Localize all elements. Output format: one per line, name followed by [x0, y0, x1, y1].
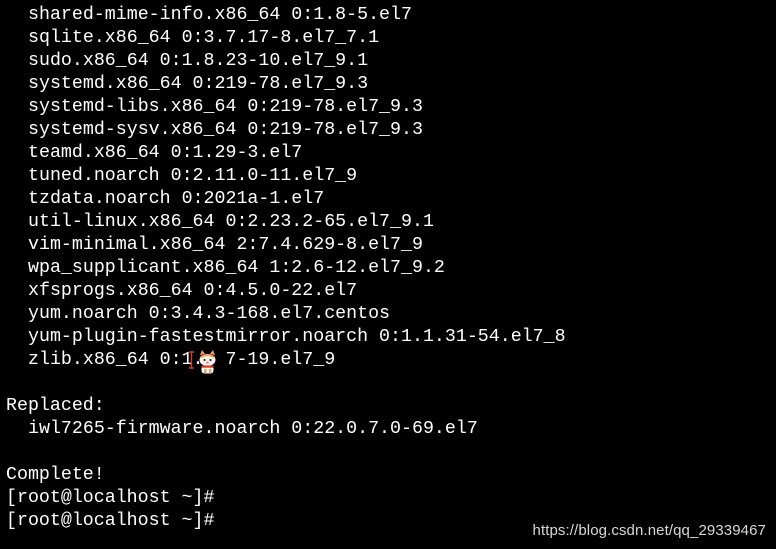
package-line: vim-minimal.x86_64 2:7.4.629-8.el7_9 — [28, 235, 423, 255]
package-line: systemd.x86_64 0:219-78.el7_9.3 — [28, 74, 369, 94]
text-cursor-icon — [189, 351, 194, 369]
package-line: sqlite.x86_64 0:3.7.17-8.el7_7.1 — [28, 28, 380, 48]
package-line: util-linux.x86_64 0:2.23.2-65.el7_9.1 — [28, 212, 434, 232]
package-line: teamd.x86_64 0:1.29-3.el7 — [28, 143, 303, 163]
shell-prompt: [root@localhost ~]# — [6, 488, 215, 508]
package-line: xfsprogs.x86_64 0:4.5.0-22.el7 — [28, 281, 358, 301]
replaced-package-line: iwl7265-firmware.noarch 0:22.0.7.0-69.el… — [28, 419, 478, 439]
cat-mascot-icon — [189, 350, 216, 374]
package-line: zlib.x86_64 0:1. 7-19.el7_9 — [28, 350, 336, 370]
complete-message: Complete! — [6, 465, 105, 485]
package-line: yum.noarch 0:3.4.3-168.el7.centos — [28, 304, 391, 324]
package-line: wpa_supplicant.x86_64 1:2.6-12.el7_9.2 — [28, 258, 445, 278]
terminal-window[interactable]: shared-mime-info.x86_64 0:1.8-5.el7 sqli… — [0, 0, 776, 549]
package-line: tzdata.noarch 0:2021a-1.el7 — [28, 189, 325, 209]
package-line: yum-plugin-fastestmirror.noarch 0:1.1.31… — [28, 327, 566, 347]
package-line: tuned.noarch 0:2.11.0-11.el7_9 — [28, 166, 358, 186]
package-line: shared-mime-info.x86_64 0:1.8-5.el7 — [28, 5, 412, 25]
package-line: sudo.x86_64 0:1.8.23-10.el7_9.1 — [28, 51, 369, 71]
package-line: systemd-libs.x86_64 0:219-78.el7_9.3 — [28, 97, 423, 117]
replaced-header: Replaced: — [6, 396, 105, 416]
watermark-url: https://blog.csdn.net/qq_29339467 — [532, 522, 766, 539]
package-line: systemd-sysv.x86_64 0:219-78.el7_9.3 — [28, 120, 423, 140]
